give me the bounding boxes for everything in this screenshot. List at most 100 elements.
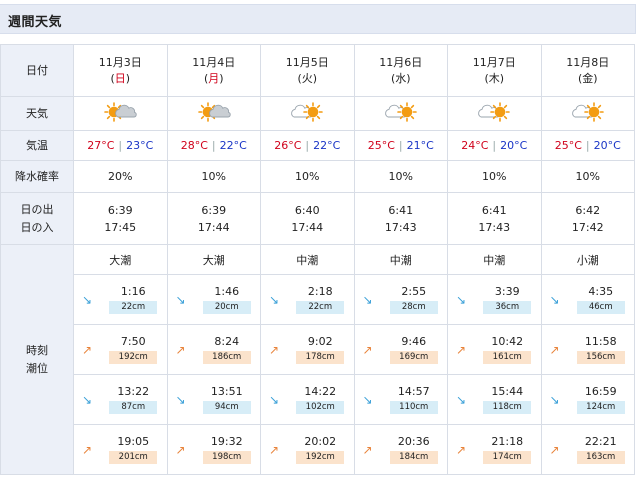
tide-level: 22cm — [296, 301, 345, 314]
falling-tide-arrow-icon: ↘ — [175, 392, 186, 407]
rain-cell: 10% — [447, 160, 542, 193]
tide-level: 198cm — [202, 451, 251, 464]
sunrise-time: 6:42 — [575, 203, 601, 217]
date-text: 11月4日 — [192, 55, 236, 69]
tide-time: 15:44 — [491, 385, 524, 398]
tide-level: 174cm — [483, 451, 532, 464]
tide-cell: ↗ 9:46 169cm — [353, 324, 448, 375]
rising-tide-arrow-icon: ↗ — [81, 442, 93, 457]
weekday-text: 木 — [488, 71, 500, 85]
tide-level: 22cm — [109, 301, 158, 314]
high-temp: 24°C — [461, 139, 489, 152]
weekday-text: 月 — [208, 71, 220, 85]
date-text: 11月6日 — [379, 55, 423, 69]
rising-tide-arrow-icon: ↗ — [362, 342, 373, 357]
high-temp: 26°C — [274, 139, 302, 152]
tide-level: 201cm — [109, 451, 158, 464]
weather-cell — [540, 96, 635, 131]
tide-level: 87cm — [109, 401, 158, 414]
tide-time: 1:16 — [120, 285, 146, 298]
tide-cell: ↘ 1:16 22cm — [73, 274, 168, 325]
tide-cell: ↗ 7:50 192cm — [73, 324, 168, 375]
sunny-then-cloudy-icon — [197, 102, 231, 122]
tide-time: 8:24 — [214, 335, 240, 348]
low-temp: 20°C — [593, 139, 621, 152]
tide-level-label: 潮位 — [26, 361, 48, 375]
tide-time: 10:42 — [491, 335, 524, 348]
rising-tide-arrow-icon: ↗ — [549, 442, 560, 457]
tide-cell: ↘ 13:22 87cm — [73, 374, 168, 425]
row-label-sun: 日の出 日の入 — [0, 192, 74, 245]
date-text: 11月5日 — [285, 55, 329, 69]
tide-level: 163cm — [576, 451, 625, 464]
weekly-weather-table: 日付 11月3日 (日) 11月4日 (月) 11月5日 (火) 11月6日 (水) 11月7日(… — [0, 44, 635, 475]
tide-cell: ↗ 21:18 174cm — [447, 424, 542, 475]
tide-cell: ↘ 2:18 22cm — [260, 274, 355, 325]
tide-level: 118cm — [483, 401, 532, 414]
tide-time: 2:18 — [307, 285, 333, 298]
cloudy-then-sunny-icon — [478, 102, 511, 122]
rising-tide-arrow-icon: ↗ — [455, 342, 467, 357]
falling-tide-arrow-icon: ↘ — [81, 292, 93, 307]
tide-level: 20cm — [202, 301, 251, 314]
sun-cell: 6:42 17:42 — [540, 192, 635, 245]
tide-time: 13:22 — [117, 385, 150, 398]
date-text: 11月8日 — [566, 55, 610, 69]
day-header: 11月4日 (月) — [166, 44, 261, 97]
day-header: 11月7日 (木) — [447, 44, 542, 97]
tide-cell: ↗ 10:42 161cm — [447, 324, 542, 375]
tide-cell: ↘ 13:51 94cm — [166, 374, 261, 425]
tide-cell: ↘ 14:22 102cm — [260, 374, 355, 425]
rising-tide-arrow-icon: ↗ — [268, 442, 280, 457]
tide-level: 110cm — [389, 401, 438, 414]
row-label-tide: 時刻 潮位 — [0, 244, 74, 475]
temp-cell: 24°C | 20°C — [447, 130, 542, 161]
high-temp: 27°C — [87, 139, 115, 152]
high-temp: 28°C — [180, 139, 208, 152]
falling-tide-arrow-icon: ↘ — [455, 392, 467, 407]
low-temp: 21°C — [406, 139, 434, 152]
high-temp: 25°C — [367, 139, 395, 152]
rising-tide-arrow-icon: ↗ — [455, 442, 467, 457]
rising-tide-arrow-icon: ↗ — [549, 342, 560, 357]
tide-cell: ↘ 15:44 118cm — [447, 374, 542, 425]
cloudy-then-sunny-icon — [571, 102, 604, 122]
sunrise-time: 6:41 — [481, 203, 507, 217]
tide-level: 124cm — [576, 401, 625, 414]
section-title: 週間天気 — [8, 15, 63, 30]
tide-cell: ↗ 11:58 156cm — [540, 324, 635, 375]
rising-tide-arrow-icon: ↗ — [175, 442, 186, 457]
tide-level: 28cm — [389, 301, 438, 314]
tide-level: 161cm — [483, 351, 532, 364]
temp-cell: 25°C | 21°C — [353, 130, 448, 161]
low-temp: 22°C — [219, 139, 247, 152]
rain-cell: 20% — [73, 160, 168, 193]
tide-cell: ↘ 2:55 28cm — [353, 274, 448, 325]
rising-tide-arrow-icon: ↗ — [362, 442, 373, 457]
row-label-weather: 天気 — [0, 96, 74, 131]
tide-cell: ↗ 19:32 198cm — [166, 424, 261, 475]
sunset-time: 17:44 — [291, 220, 324, 234]
low-temp: 23°C — [126, 139, 154, 152]
rain-cell: 10% — [353, 160, 448, 193]
tide-cell: ↗ 8:24 186cm — [166, 324, 261, 375]
temp-cell: 25°C | 20°C — [540, 130, 635, 161]
weather-cell — [353, 96, 448, 131]
falling-tide-arrow-icon: ↘ — [268, 392, 280, 407]
tide-type-cell: 小潮 — [540, 244, 635, 275]
tide-time: 3:39 — [494, 285, 520, 298]
temp-cell: 27°C | 23°C — [73, 130, 168, 161]
tide-time: 22:21 — [584, 435, 617, 448]
tide-cell: ↘ 4:35 46cm — [540, 274, 635, 325]
tide-time-label: 時刻 — [26, 343, 48, 357]
sunrise-label: 日の出 — [20, 202, 54, 216]
falling-tide-arrow-icon: ↘ — [268, 292, 280, 307]
tide-time: 14:22 — [304, 385, 337, 398]
falling-tide-arrow-icon: ↘ — [455, 292, 467, 307]
sunny-then-cloudy-icon — [104, 102, 137, 122]
section-header: 週間天気 — [0, 4, 636, 34]
tide-level: 192cm — [296, 451, 345, 464]
weekday-text: 水 — [395, 71, 407, 85]
tide-level: 192cm — [109, 351, 158, 364]
sun-cell: 6:41 17:43 — [353, 192, 448, 245]
